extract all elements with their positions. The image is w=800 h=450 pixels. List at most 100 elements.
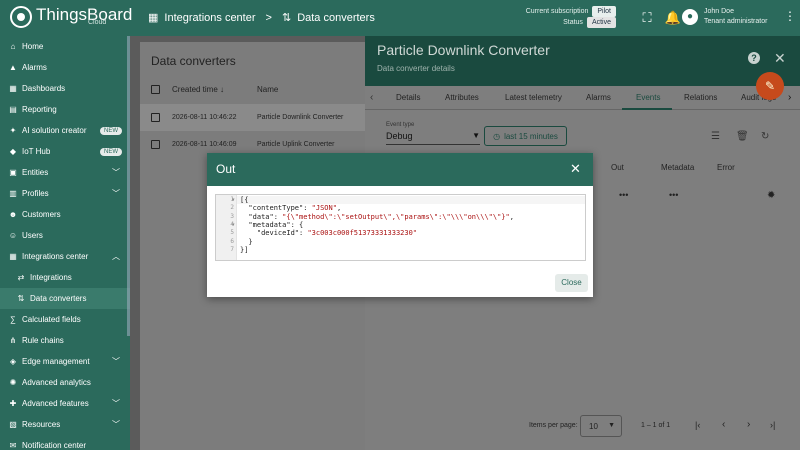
table-row[interactable]: 2026-08-11 10:46:22 Particle Downlink Co… xyxy=(140,104,380,131)
code-line: "deviceId": "3c003c000f51373331333230" xyxy=(240,229,418,238)
sidebar-item-reporting[interactable]: ▤ Reporting xyxy=(0,99,130,120)
tab-relations[interactable]: Relations xyxy=(684,93,717,102)
user-name: John Doe xyxy=(704,8,734,15)
sidebar-item-label: Edge management xyxy=(22,357,90,366)
subscription-info: Current subscription Pilot Status Active xyxy=(520,6,616,28)
chevron-down-icon: ﹀ xyxy=(112,189,120,198)
breadcrumb-item-integrations-center[interactable]: Integrations center xyxy=(164,12,255,24)
debug-bug-icon[interactable]: ✹ xyxy=(767,190,775,201)
next-page-icon[interactable]: › xyxy=(747,419,750,430)
sidebar-item-advanced-features[interactable]: ✚ Advanced features ﹀ xyxy=(0,393,130,414)
select-all-checkbox[interactable] xyxy=(151,85,160,94)
row-name: Particle Uplink Converter xyxy=(257,141,335,148)
sidebar-item-profiles[interactable]: ▥ Profiles ﹀ xyxy=(0,183,130,204)
line-number: 6 xyxy=(230,237,234,245)
rule-chain-icon: ⋔ xyxy=(9,336,17,345)
sidebar-item-data-converters[interactable]: ⇅ Data converters xyxy=(0,288,130,309)
sidebar-item-integrations-center[interactable]: ▦ Integrations center ︿ xyxy=(0,246,130,267)
code-editor[interactable]: 1 ▾ 2 3 4 ▾ 5 6 7 [{ "contentType": "JSON", "dat… xyxy=(215,194,586,261)
clock-icon: ◷ xyxy=(493,131,501,141)
sidebar-item-customers[interactable]: ☻ Customers xyxy=(0,204,130,225)
event-type-select[interactable]: Debug ▼ xyxy=(386,131,480,145)
dashboard-icon: ▦ xyxy=(9,84,17,93)
status-badge: Active xyxy=(586,17,616,28)
new-badge: NEW xyxy=(100,147,122,156)
last-page-icon[interactable]: ›| xyxy=(770,420,775,430)
sidebar-item-entities[interactable]: ▣ Entities ﹀ xyxy=(0,162,130,183)
sidebar-item-integrations[interactable]: ⇄ Integrations xyxy=(0,267,130,288)
chevron-up-icon: ︿ xyxy=(112,252,120,261)
items-per-page-select[interactable]: 10 ▼ xyxy=(580,415,622,437)
row-checkbox[interactable] xyxy=(151,140,160,149)
more-vert-icon[interactable]: ⋮ xyxy=(784,9,796,23)
column-name[interactable]: Name xyxy=(257,85,278,94)
home-icon: ⌂ xyxy=(10,42,16,51)
integrations-icon: ▦ xyxy=(9,252,17,261)
sidebar-item-notification-center[interactable]: ✉ Notification center xyxy=(0,435,130,450)
first-page-icon[interactable]: |‹ xyxy=(695,420,700,430)
filter-icon[interactable]: ☰ xyxy=(711,131,720,142)
column-created-time[interactable]: Created time ↓ xyxy=(172,85,224,94)
column-metadata: Metadata xyxy=(661,163,695,172)
panel-subtitle: Data converter details xyxy=(377,64,455,73)
dialog-title: Out xyxy=(216,162,236,176)
fullscreen-icon[interactable]: ⛶ xyxy=(634,10,660,26)
sidebar-item-alarms[interactable]: ▲ Alarms xyxy=(0,57,130,78)
sidebar-item-users[interactable]: ☺ Users xyxy=(0,225,130,246)
delete-icon[interactable]: 🗑 xyxy=(736,131,749,142)
help-icon[interactable]: ? xyxy=(748,52,760,64)
out-more-button[interactable]: ••• xyxy=(619,190,628,200)
metadata-more-button[interactable]: ••• xyxy=(669,190,678,200)
sidebar-item-ai-solution-creator[interactable]: ✦ AI solution creator NEW xyxy=(0,120,130,141)
iot-hub-icon: ◆ xyxy=(9,147,17,156)
subscription-badge[interactable]: Pilot xyxy=(592,6,616,17)
sidebar: ⌂ Home ▲ Alarms ▦ Dashboards ▤ Reporting ✦ AI sol… xyxy=(0,36,130,450)
sidebar-item-resources[interactable]: ▧ Resources ﹀ xyxy=(0,414,130,435)
prev-page-icon[interactable]: ‹ xyxy=(722,419,725,430)
line-number: 5 xyxy=(230,229,234,237)
items-per-page-label: Items per page: xyxy=(529,422,578,429)
sidebar-item-edge-management[interactable]: ◈ Edge management ﹀ xyxy=(0,351,130,372)
sidebar-item-label: Integrations center xyxy=(22,252,89,261)
tab-details[interactable]: Details xyxy=(396,93,420,102)
row-checkbox[interactable] xyxy=(151,113,160,122)
app-root: ThingsBoard Cloud ▦ Integrations center … xyxy=(0,0,800,450)
sidebar-item-dashboards[interactable]: ▦ Dashboards xyxy=(0,78,130,99)
integrations-icon: ▦ xyxy=(148,12,159,24)
sidebar-item-home[interactable]: ⌂ Home xyxy=(0,36,130,57)
close-icon[interactable]: ✕ xyxy=(774,50,786,67)
fold-arrow-icon[interactable]: ▾ xyxy=(232,222,235,228)
tab-alarms[interactable]: Alarms xyxy=(586,93,611,102)
row-name: Particle Downlink Converter xyxy=(257,114,344,121)
thingsboard-logo-icon xyxy=(10,6,32,28)
user-menu[interactable]: ● John Doe Tenant administrator xyxy=(682,7,767,27)
tabs-scroll-left-icon[interactable]: ‹ xyxy=(370,92,373,103)
tab-latest-telemetry[interactable]: Latest telemetry xyxy=(505,93,562,102)
refresh-icon[interactable]: ↻ xyxy=(761,131,769,142)
fold-arrow-icon[interactable]: ▾ xyxy=(232,197,235,203)
line-number: 7 xyxy=(230,245,234,253)
tab-events[interactable]: Events xyxy=(636,93,660,102)
close-button[interactable]: Close xyxy=(555,274,588,292)
tab-attributes[interactable]: Attributes xyxy=(445,93,479,102)
column-error: Error xyxy=(717,163,735,172)
breadcrumb: ▦ Integrations center > ⇅ Data converter… xyxy=(148,11,375,25)
close-icon[interactable]: ✕ xyxy=(570,161,581,177)
sidebar-item-rule-chains[interactable]: ⋔ Rule chains xyxy=(0,330,130,351)
sidebar-item-iot-hub[interactable]: ◆ IoT Hub NEW xyxy=(0,141,130,162)
sidebar-item-label: Home xyxy=(22,42,44,51)
calculated-icon: ∑ xyxy=(10,315,16,324)
avatar: ● xyxy=(682,9,698,25)
subscription-label: Current subscription xyxy=(525,8,589,15)
tabs-scroll-right-icon[interactable]: › xyxy=(788,92,791,103)
sidebar-item-calculated-fields[interactable]: ∑ Calculated fields xyxy=(0,309,130,330)
top-actions: ⛶ 🔔 xyxy=(634,10,686,26)
time-window-button[interactable]: ◷ last 15 minutes xyxy=(484,126,567,146)
panel-title: Particle Downlink Converter xyxy=(377,42,550,58)
sidebar-item-advanced-analytics[interactable]: ✺ Advanced analytics xyxy=(0,372,130,393)
logo[interactable]: ThingsBoard xyxy=(10,6,132,28)
active-tab-indicator xyxy=(622,108,672,110)
line-number: 3 xyxy=(230,212,234,220)
edit-pencil-icon[interactable]: ✎ xyxy=(756,72,784,100)
top-bar: ThingsBoard Cloud ▦ Integrations center … xyxy=(0,0,800,36)
